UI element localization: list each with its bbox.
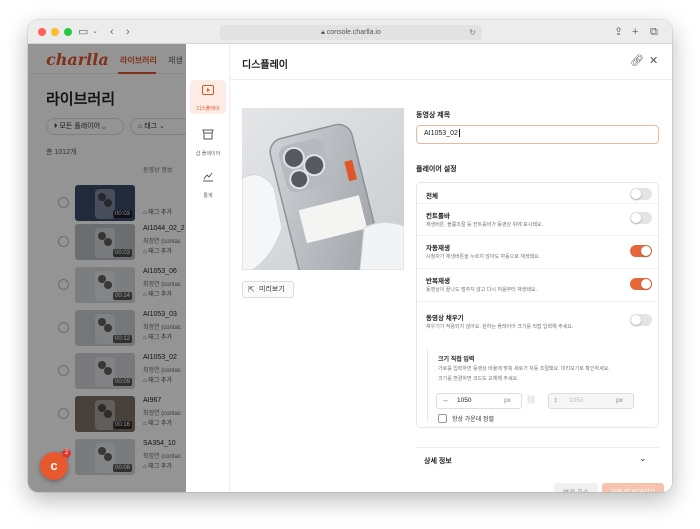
divider [416,447,659,448]
copy-link-icon[interactable]: 🔗︎ [630,54,644,67]
setting-desc: 시청자가 재생버튼을 누르지 않아도 자동으로 재생돼요. [426,254,541,260]
share-icon[interactable]: ⇪ [614,25,623,39]
setting-row-loop: 반복재생 동영상이 끝나도 멈추지 않고 다시 처음부터 재생돼요. [417,269,658,302]
video-title-label: 동영상 제목 [416,112,451,119]
display-drawer: 디스플레이 샵 플레이어 통계 디스플레이 🔗︎ ✕ ⇱ 미리보기 동영상 제목… [186,44,672,492]
horizontal-arrows-icon: ↔ [442,397,449,404]
preview-button-label: 미리보기 [259,286,285,293]
detail-info-toggle[interactable]: 상세 정보 [424,456,452,466]
modal-backdrop[interactable] [28,44,186,492]
zoom-window-button[interactable] [64,28,72,36]
toggle-autoplay[interactable] [630,245,652,257]
side-nav-label: 통계 [203,193,213,199]
setting-desc: 채우기가 적용되지 않아요. 원하는 플레이어 크기를 직접 입력해 주세요. [426,324,574,330]
cancel-changes-button[interactable]: 변경 취소 [554,483,598,492]
save-update-button[interactable]: 저장 및 업데이트 [602,483,664,492]
height-input: ↕ 1050 px [548,393,634,409]
video-preview-image [242,108,404,270]
toggle-fill[interactable] [630,314,652,326]
video-title-input[interactable]: AI1053_02 [416,125,659,144]
reload-icon[interactable]: ↻ [469,25,476,40]
setting-name: 반복재생 [426,278,450,285]
custom-size-desc: 가로를 입력하면 동영상 비율에 맞춰 세로가 자동 조절돼요. 미리보기로 확… [438,366,610,372]
drawer-header: 디스플레이 🔗︎ ✕ [230,44,672,80]
drawer-side-nav: 디스플레이 샵 플레이어 통계 [186,44,230,492]
setting-name: 자동재생 [426,245,450,252]
setting-desc: 재생버튼, 볼륨조절 등 컨트롤바가 동영상 위에 표시돼요. [426,222,543,228]
url-text: console.charlla.io [326,29,381,36]
width-input[interactable]: ↔ 1050 px [436,393,522,409]
setting-name: 동영상 채우기 [426,315,464,322]
video-title-value: AI1053_02 [424,130,458,137]
text-caret [458,129,460,138]
custom-size-title: 크기 직접 입력 [438,357,475,363]
width-unit: px [504,397,511,404]
toggle-controlbar[interactable] [630,212,652,224]
side-nav-label: 디스플레이 [196,106,220,112]
tab-overview-icon[interactable]: ⧉ [650,25,658,39]
setting-name: 컨트롤바 [426,213,450,220]
center-align-label: 항상 가운데 정렬 [452,417,494,423]
height-value: 1050 [569,397,584,404]
setting-row-autoplay: 자동재생 시청자가 재생버튼을 누르지 않아도 자동으로 재생돼요. [417,236,658,269]
browser-window: ▭ ⌄ ‹ › 🔒︎ console.charlla.io ↻ ⇪ + ⧉ ch… [28,20,672,492]
new-tab-icon[interactable]: + [632,25,638,39]
vertical-arrows-icon: ↕ [554,397,558,404]
center-align-checkbox[interactable] [438,414,447,423]
setting-desc: 동영상이 끝나도 멈추지 않고 다시 처음부터 재생돼요. [426,287,537,293]
drawer-title: 디스플레이 [242,60,288,71]
chart-icon [203,172,213,182]
player-settings-panel: 전체 컨트롤바 재생버튼, 볼륨조절 등 컨트롤바가 동영상 위에 표시돼요. … [416,182,659,428]
close-window-button[interactable] [38,28,46,36]
sidebar-toggle-icon[interactable]: ▭ [78,25,88,39]
height-unit: px [616,397,623,404]
address-bar[interactable]: 🔒︎ console.charlla.io ↻ [220,25,482,40]
toggle-all[interactable] [630,188,652,200]
side-nav-label: 샵 플레이어 [195,151,221,157]
custom-size-desc-2: 크기를 변경하면 코드도 교체해 주세요. [438,376,519,382]
side-nav-display[interactable]: 디스플레이 [190,80,226,114]
chevron-down-icon[interactable]: ⌄ [639,453,647,464]
width-value: 1050 [457,397,472,404]
player-settings-label: 플레이어 설정 [416,166,457,173]
forward-icon[interactable]: › [126,25,130,39]
toggle-loop[interactable] [630,278,652,290]
preview-button[interactable]: ⇱ 미리보기 [242,281,294,298]
video-thumbnail-graphic [242,108,404,270]
chevron-down-icon[interactable]: ⌄ [92,25,98,39]
shop-icon [202,129,214,140]
play-icon [202,85,214,95]
setting-row-all: 전체 [417,183,658,204]
side-nav-stats[interactable]: 통계 [190,166,226,200]
side-nav-shop-player[interactable]: 샵 플레이어 [190,124,226,158]
setting-name: 전체 [426,193,438,200]
external-link-icon: ⇱ [248,285,255,294]
minimize-window-button[interactable] [51,28,59,36]
browser-titlebar: ▭ ⌄ ‹ › 🔒︎ console.charlla.io ↻ ⇪ + ⧉ [28,20,672,44]
close-icon[interactable]: ✕ [649,54,658,67]
chat-unread-badge: 2 [62,449,71,458]
link-ratio-icon[interactable]: ⛓︎ [526,395,536,404]
back-icon[interactable]: ‹ [110,25,114,39]
custom-size-section: 크기 직접 입력 가로를 입력하면 동영상 비율에 맞춰 세로가 자동 조절돼요… [427,349,650,423]
setting-row-controlbar: 컨트롤바 재생버튼, 볼륨조절 등 컨트롤바가 동영상 위에 표시돼요. [417,204,658,236]
